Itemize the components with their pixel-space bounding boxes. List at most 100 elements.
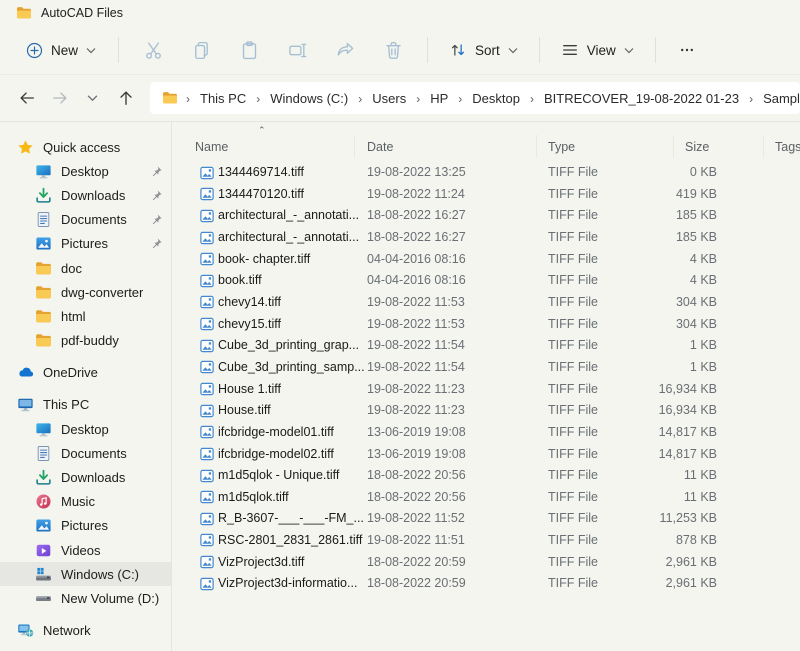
file-row[interactable]: Cube_3d_printing_samp...19-08-2022 11:54…	[186, 357, 800, 379]
address-input[interactable]: ›This PC›Windows (C:)›Users›HP›Desktop›B…	[150, 82, 800, 114]
breadcrumb-separator-icon: ›	[178, 92, 198, 106]
file-row[interactable]: m1d5qlok.tiff18-08-2022 20:56TIFF File11…	[186, 487, 800, 509]
breadcrumb-item-hp[interactable]: HP	[428, 87, 450, 110]
recent-locations-button[interactable]	[76, 82, 109, 114]
column-header-tags[interactable]: Tags	[775, 140, 800, 154]
desktop-icon	[35, 421, 52, 438]
up-button[interactable]	[109, 82, 142, 114]
file-type: TIFF File	[548, 403, 598, 417]
breadcrumb-item-desktop[interactable]: Desktop	[470, 87, 522, 110]
column-header-type[interactable]: Type	[548, 140, 575, 154]
sidebar-item-label: Downloads	[61, 470, 125, 485]
sidebar-item-label: Documents	[61, 212, 127, 227]
view-button[interactable]: View	[550, 34, 645, 66]
sidebar-item-pictures[interactable]: Pictures	[0, 514, 171, 538]
copy-button[interactable]	[177, 32, 225, 68]
file-row[interactable]: RSC-2801_2831_2861.tiff19-08-2022 11:51T…	[186, 530, 800, 552]
file-row[interactable]: ifcbridge-model02.tiff13-06-2019 19:08TI…	[186, 443, 800, 465]
sidebar-item-pdf-buddy[interactable]: pdf-buddy	[0, 329, 171, 353]
file-size: 14,817 KB	[597, 425, 717, 439]
sidebar-item-windows-c[interactable]: Windows (C:)	[0, 562, 171, 586]
sidebar-item-network[interactable]: Network	[0, 619, 171, 643]
sidebar-item-pictures[interactable]: Pictures	[0, 232, 171, 256]
forward-button[interactable]	[43, 82, 76, 114]
file-name: Cube_3d_printing_samp...	[218, 360, 365, 374]
file-name: R_B-3607-___-___-FM_...	[218, 511, 364, 525]
file-date: 04-04-2016 08:16	[367, 273, 466, 287]
pin-icon	[150, 213, 163, 226]
share-button[interactable]	[321, 32, 369, 68]
column-separator[interactable]	[763, 135, 764, 158]
breadcrumb-item-users[interactable]: Users	[370, 87, 408, 110]
sidebar-item-doc[interactable]: doc	[0, 256, 171, 280]
rename-button[interactable]	[273, 32, 321, 68]
column-header-date[interactable]: Date	[367, 140, 393, 154]
file-row[interactable]: m1d5qlok - Unique.tiff18-08-2022 20:56TI…	[186, 465, 800, 487]
new-button[interactable]: New	[14, 35, 108, 66]
file-type: TIFF File	[548, 511, 598, 525]
file-row[interactable]: architectural_-_annotati...18-08-2022 16…	[186, 227, 800, 249]
file-size: 419 KB	[597, 187, 717, 201]
sidebar-item-downloads[interactable]: Downloads	[0, 183, 171, 207]
sidebar-item-music[interactable]: Music	[0, 490, 171, 514]
file-row[interactable]: VizProject3d-informatio...18-08-2022 20:…	[186, 573, 800, 595]
column-header-size[interactable]: Size	[685, 140, 709, 154]
sort-button[interactable]: Sort	[438, 34, 529, 66]
file-row[interactable]: chevy15.tiff19-08-2022 11:53TIFF File304…	[186, 313, 800, 335]
file-date: 19-08-2022 13:25	[367, 165, 466, 179]
file-name: m1d5qlok - Unique.tiff	[218, 468, 339, 482]
sidebar-item-onedrive[interactable]: OneDrive	[0, 361, 171, 385]
column-separator[interactable]	[536, 135, 537, 158]
tiff-file-icon	[199, 446, 215, 462]
breadcrumb-item-this-pc[interactable]: This PC	[198, 87, 248, 110]
column-separator[interactable]	[673, 135, 674, 158]
sidebar-item-this-pc[interactable]: This PC	[0, 393, 171, 417]
tiff-file-icon	[199, 554, 215, 570]
file-row[interactable]: VizProject3d.tiff18-08-2022 20:59TIFF Fi…	[186, 552, 800, 574]
file-date: 18-08-2022 20:59	[367, 555, 466, 569]
file-size: 1 KB	[597, 338, 717, 352]
file-row[interactable]: book- chapter.tiff04-04-2016 08:16TIFF F…	[186, 249, 800, 271]
sidebar-item-desktop[interactable]: Desktop	[0, 159, 171, 183]
file-row[interactable]: House 1.tiff19-08-2022 11:23TIFF File16,…	[186, 378, 800, 400]
file-row[interactable]: R_B-3607-___-___-FM_...19-08-2022 11:52T…	[186, 508, 800, 530]
column-separator[interactable]	[354, 135, 355, 158]
sidebar-item-new-volume-d[interactable]: New Volume (D:)	[0, 586, 171, 610]
view-list-icon	[561, 41, 579, 59]
file-row[interactable]: ifcbridge-model01.tiff13-06-2019 19:08TI…	[186, 422, 800, 444]
breadcrumb-item-windows-c[interactable]: Windows (C:)	[268, 87, 350, 110]
rename-icon	[287, 40, 308, 61]
file-row[interactable]: architectural_-_annotati...18-08-2022 16…	[186, 205, 800, 227]
more-options-button[interactable]	[666, 35, 708, 65]
sidebar-item-quick-access[interactable]: Quick access	[0, 135, 171, 159]
sidebar-item-videos[interactable]: Videos	[0, 538, 171, 562]
sidebar-item-desktop[interactable]: Desktop	[0, 417, 171, 441]
sidebar-item-documents[interactable]: Documents	[0, 208, 171, 232]
column-header-name[interactable]: Name	[195, 140, 228, 154]
file-size: 4 KB	[597, 273, 717, 287]
file-name: architectural_-_annotati...	[218, 208, 359, 222]
tiff-file-icon	[199, 424, 215, 440]
back-button[interactable]	[10, 82, 43, 114]
delete-button[interactable]	[369, 32, 417, 68]
sidebar-item-downloads[interactable]: Downloads	[0, 465, 171, 489]
file-row[interactable]: House.tiff19-08-2022 11:23TIFF File16,93…	[186, 400, 800, 422]
file-size: 2,961 KB	[597, 576, 717, 590]
file-row[interactable]: 1344470120.tiff19-08-2022 11:24TIFF File…	[186, 184, 800, 206]
file-row[interactable]: 1344469714.tiff19-08-2022 13:25TIFF File…	[186, 162, 800, 184]
file-name: House 1.tiff	[218, 382, 281, 396]
file-name: House.tiff	[218, 403, 271, 417]
file-row[interactable]: Cube_3d_printing_grap...19-08-2022 11:54…	[186, 335, 800, 357]
command-toolbar: New Sort View	[0, 26, 800, 75]
sidebar-item-dwg-converter[interactable]: dwg-converter	[0, 280, 171, 304]
cut-button[interactable]	[129, 32, 177, 68]
file-name: chevy14.tiff	[218, 295, 281, 309]
file-row[interactable]: chevy14.tiff19-08-2022 11:53TIFF File304…	[186, 292, 800, 314]
breadcrumb-item-sample-files[interactable]: Sample files	[761, 87, 800, 110]
file-row[interactable]: book.tiff04-04-2016 08:16TIFF File4 KB	[186, 270, 800, 292]
breadcrumb-item-bitrecover-19-08-2022-01-23[interactable]: BITRECOVER_19-08-2022 01-23	[542, 87, 741, 110]
sidebar-item-documents[interactable]: Documents	[0, 441, 171, 465]
sidebar-item-html[interactable]: html	[0, 304, 171, 328]
file-type: TIFF File	[548, 468, 598, 482]
paste-button[interactable]	[225, 32, 273, 68]
